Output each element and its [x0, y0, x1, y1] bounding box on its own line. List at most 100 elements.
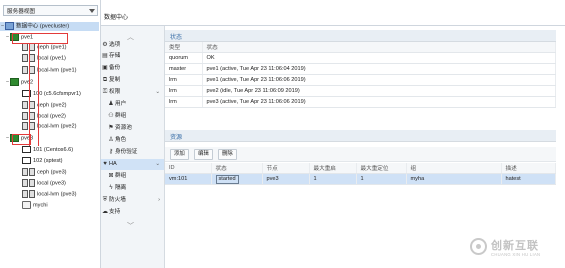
remove-button[interactable]: 删除 — [218, 149, 237, 160]
content-header: 数据中心 — [101, 0, 565, 26]
chevron-down-icon[interactable]: ⌄ — [155, 87, 160, 98]
table-row[interactable]: lrm pve2 (idle, Tue Apr 23 11:06:09 2019) — [165, 85, 556, 97]
column-header[interactable]: 最大重定位 — [356, 163, 407, 174]
scroll-down-icon[interactable]: ﹀ — [127, 221, 134, 231]
nav-item-label: 权限 — [109, 89, 121, 95]
tree-item-storage[interactable]: local (pve3) — [22, 179, 66, 188]
nav-item-firewall[interactable]: ⛨ 防火墙 › — [101, 195, 164, 206]
nav-item-permissions[interactable]: ⚿ 权限 ⌄ — [101, 87, 164, 98]
nav-item-support[interactable]: ☁支持 — [101, 207, 164, 218]
cell-description: hatest — [501, 173, 556, 185]
nav-item-replication[interactable]: ⧉ 复制 — [101, 75, 164, 86]
resources-section-header: 资源 — [165, 130, 556, 142]
ha-content: 状态 类型 状态 quorum OK master pve1 (active, Tu… — [165, 26, 565, 268]
storage-icon — [29, 168, 35, 176]
cell-type: lrm — [165, 85, 203, 97]
chevron-down-icon[interactable]: ⌄ — [155, 159, 160, 170]
table-row[interactable]: lrm pve3 (active, Tue Apr 23 11:06:06 201… — [165, 96, 556, 108]
tree-item-pool[interactable]: mychi — [22, 201, 48, 210]
floppy-icon: ▣ — [102, 65, 108, 71]
column-header[interactable]: 状态 — [211, 163, 263, 174]
nav-item-roles[interactable]: ♙角色 — [101, 135, 164, 146]
watermark-subtext: CHUANG XIN HU LIAN — [491, 252, 541, 257]
watermark-text: 创新互联 — [491, 240, 539, 252]
table-row[interactable]: lrm pve1 (active, Tue Apr 23 11:06:06 201… — [165, 74, 556, 86]
resources-table: ID 状态 节点 最大重启 最大重定位 组 描述 vm:101 started … — [165, 163, 556, 185]
column-header[interactable]: 节点 — [262, 163, 310, 174]
column-header[interactable]: ID — [165, 163, 212, 174]
status-table: 类型 状态 quorum OK master pve1 (active, Tue A… — [165, 42, 556, 108]
nav-item-authentication[interactable]: ⚷ 身份验证 — [101, 147, 164, 158]
table-row[interactable]: master pve1 (active, Tue Apr 23 11:06:04 … — [165, 63, 556, 75]
tree-item-label: 101 (Centos6.6) — [33, 147, 74, 153]
monitor-icon — [22, 157, 31, 165]
tree-item-label: ceph (pve1) — [37, 44, 67, 51]
pool-icon — [22, 201, 31, 209]
cell-type: master — [165, 63, 203, 75]
nav-item-label: 防火墙 — [109, 197, 126, 203]
tree-item-storage[interactable]: local-lvm (pve3) — [22, 190, 76, 199]
resource-tree-panel: 服务器视图 − 数据中心 (pvecluster) − pve1 ceph (pve… — [0, 0, 101, 268]
nav-item-storage[interactable]: ▤存储 — [101, 51, 164, 62]
status-section-title: 状态 — [170, 35, 183, 41]
chevron-right-icon[interactable]: › — [158, 195, 160, 206]
bolt-icon: ϟ — [109, 185, 113, 191]
view-selector[interactable]: 服务器视图 — [3, 5, 98, 16]
cell-state: started — [211, 173, 263, 185]
tree-item-label: local-lvm (pve3) — [37, 191, 77, 198]
watermark-logo-icon — [470, 238, 487, 255]
tree-item-label: local (pve3) — [37, 180, 66, 187]
gear-icon: ⚙ — [102, 42, 108, 48]
storage-icon — [22, 179, 28, 187]
tree-item-datacenter[interactable]: − 数据中心 (pvecluster) — [0, 22, 99, 31]
comment-icon: ☁ — [102, 209, 108, 215]
nav-item-pools[interactable]: ⚑资源池 — [101, 123, 164, 134]
annotation-box — [12, 33, 68, 44]
page-title: 数据中心 — [104, 15, 129, 21]
male-icon: ♙ — [108, 137, 114, 143]
tree-item-vm[interactable]: 102 (sptest) — [22, 157, 63, 166]
column-header[interactable]: 状态 — [202, 42, 556, 53]
column-header[interactable]: 组 — [406, 163, 502, 174]
status-section-header: 状态 — [165, 30, 556, 42]
nav-item-label: 身份验证 — [115, 149, 138, 155]
nav-item-label: 资源池 — [115, 125, 132, 131]
storage-icon — [22, 112, 28, 120]
nav-item-users[interactable]: ♟用户 — [101, 99, 164, 110]
shield-icon: ⛨ — [102, 197, 108, 203]
column-header[interactable]: 描述 — [501, 163, 556, 174]
nav-item-fencing[interactable]: ϟ 隔离 — [101, 183, 164, 194]
datacenter-nav: ︿ ⚙选项 ▤存储 ▣备份 ⧉ 复制 ⚿ 权限 ⌄ ♟用户 ⚇群组 ⚑资源池 ♙角色 … — [101, 26, 165, 268]
storage-icon — [22, 54, 28, 62]
tree-item-label: ceph (pve2) — [37, 102, 67, 109]
nav-item-backup[interactable]: ▣备份 — [101, 63, 164, 74]
table-row[interactable]: vm:101 started pve3 1 1 myha hatest — [165, 173, 556, 185]
object-group-icon: ⊠ — [108, 173, 114, 179]
tree-item-vm[interactable]: 101 (Centos6.6) — [22, 146, 73, 155]
column-header[interactable]: 最大重启 — [309, 163, 357, 174]
storage-icon — [22, 190, 28, 198]
column-header[interactable]: 类型 — [165, 42, 203, 53]
nav-item-ha[interactable]: ♥ HA ⌄ — [101, 159, 164, 170]
nav-item-ha-groups[interactable]: ⊠群组 — [101, 171, 164, 182]
chevron-down-icon[interactable] — [89, 9, 95, 13]
cell-status: pve1 (active, Tue Apr 23 11:06:06 2019) — [202, 74, 556, 86]
cell-status: OK — [202, 52, 556, 64]
nav-item-groups[interactable]: ⚇群组 — [101, 111, 164, 122]
resources-section-title: 资源 — [170, 135, 183, 141]
storage-icon — [22, 101, 28, 109]
database-icon: ▤ — [102, 53, 108, 59]
annotation-box — [12, 134, 31, 145]
tree-item-label: local (pve1) — [37, 55, 66, 62]
nav-item-label: 备份 — [109, 65, 121, 71]
storage-icon — [22, 168, 28, 176]
add-button[interactable]: 添加 — [170, 149, 189, 160]
table-header-row: ID 状态 节点 最大重启 最大重定位 组 描述 — [165, 163, 556, 174]
nav-item-options[interactable]: ⚙选项 — [101, 40, 164, 51]
nav-item-label: 用户 — [115, 101, 127, 107]
tree-item-storage[interactable]: ceph (pve3) — [22, 168, 67, 177]
datacenter-icon — [5, 22, 14, 30]
edit-button[interactable]: 编辑 — [194, 149, 213, 160]
table-row[interactable]: quorum OK — [165, 52, 556, 64]
cell-status: pve1 (active, Tue Apr 23 11:06:04 2019) — [202, 63, 556, 75]
